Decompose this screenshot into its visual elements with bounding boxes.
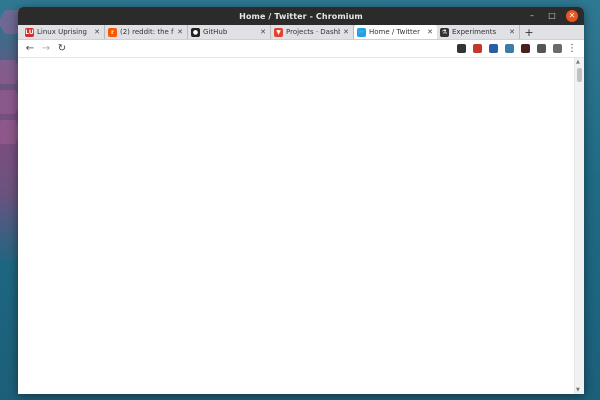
scroll-up-icon[interactable]: ▲: [576, 59, 580, 65]
vertical-scrollbar[interactable]: ▲ ▼: [574, 58, 584, 394]
extension-icon-4-glyph: [505, 44, 514, 53]
menu-button[interactable]: ⋮: [564, 41, 580, 57]
browser-toolbar: ← → ↻ ⋮: [18, 40, 584, 58]
back-button[interactable]: ←: [22, 41, 38, 57]
profile-icon-glyph: [553, 44, 562, 53]
tab-close-icon[interactable]: ✕: [342, 28, 350, 36]
address-bar[interactable]: [76, 43, 446, 55]
github-icon: ●: [191, 27, 200, 37]
tab-close-icon[interactable]: ✕: [176, 28, 184, 36]
gitlab-icon: ▼: [274, 27, 283, 37]
scroll-thumb[interactable]: [577, 68, 582, 82]
window-controls: – □ ✕: [526, 10, 578, 22]
extension-icon-5[interactable]: [519, 42, 532, 55]
tab-twitter[interactable]: 🐦 Home / Twitter ✕: [354, 25, 437, 39]
tab-strip: LU Linux Uprising ✕ r (2) reddit: the f ✕ ● Git…: [18, 25, 584, 40]
twitter-icon: 🐦: [357, 27, 366, 37]
extensions-area: [452, 42, 564, 55]
lastpass-icon[interactable]: [471, 42, 484, 55]
tab-close-icon[interactable]: ✕: [426, 28, 434, 36]
forward-button[interactable]: →: [38, 41, 54, 57]
maximize-button[interactable]: □: [546, 10, 558, 22]
pocket-icon[interactable]: [487, 42, 500, 55]
extensions-puzzle-icon[interactable]: [535, 42, 548, 55]
tab-label: Linux Uprising: [37, 28, 87, 36]
minimize-button[interactable]: –: [526, 10, 538, 22]
lastpass-icon-glyph: [473, 44, 482, 53]
title-bar[interactable]: Home / Twitter - Chromium – □ ✕: [18, 7, 584, 25]
browser-window: Home / Twitter - Chromium – □ ✕ LU Linux …: [18, 7, 584, 394]
tab-experiments[interactable]: ⚗ Experiments ✕: [437, 25, 520, 39]
tab-label: Experiments: [452, 28, 497, 36]
tab-close-icon[interactable]: ✕: [93, 28, 101, 36]
page-content[interactable]: [18, 58, 584, 394]
pocket-icon-glyph: [489, 44, 498, 53]
tab-gitlab[interactable]: ▼ Projects · Dashb ✕: [271, 25, 354, 39]
ublock-icon[interactable]: [455, 42, 468, 55]
tab-label: Projects · Dashb: [286, 28, 340, 36]
linux-uprising-icon: LU: [25, 27, 34, 37]
experiments-icon: ⚗: [440, 27, 449, 37]
window-title: Home / Twitter - Chromium: [239, 11, 363, 21]
close-button[interactable]: ✕: [566, 10, 578, 22]
tab-label: (2) reddit: the f: [120, 28, 174, 36]
ublock-icon-glyph: [457, 44, 466, 53]
reload-button[interactable]: ↻: [54, 41, 70, 57]
tab-github[interactable]: ● GitHub ✕: [188, 25, 271, 39]
tab-close-icon[interactable]: ✕: [508, 28, 516, 36]
tab-label: Home / Twitter: [369, 28, 420, 36]
extension-icon-4[interactable]: [503, 42, 516, 55]
tab-label: GitHub: [203, 28, 228, 36]
profile-icon[interactable]: [551, 42, 564, 55]
extensions-puzzle-icon-glyph: [537, 44, 546, 53]
tab-close-icon[interactable]: ✕: [259, 28, 267, 36]
new-tab-button[interactable]: +: [520, 25, 538, 39]
extension-icon-5-glyph: [521, 44, 530, 53]
tab-linux-uprising[interactable]: LU Linux Uprising ✕: [22, 25, 105, 39]
scroll-down-icon[interactable]: ▼: [576, 387, 580, 393]
reddit-icon: r: [108, 27, 117, 37]
tab-reddit[interactable]: r (2) reddit: the f ✕: [105, 25, 188, 39]
